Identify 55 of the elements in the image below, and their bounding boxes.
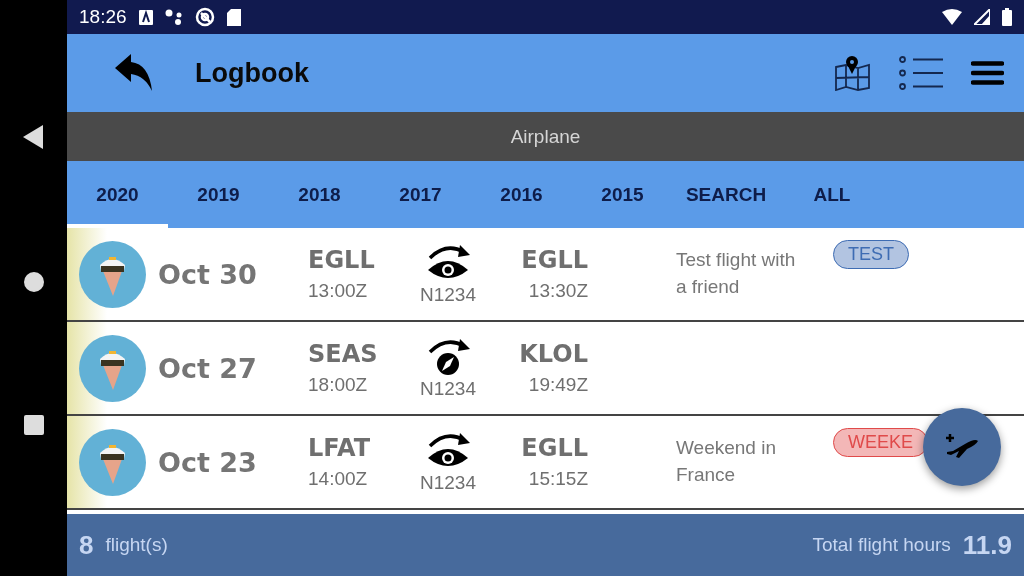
total-hours-value: 11.9 (962, 529, 1012, 561)
flight-date: Oct 30 (157, 258, 258, 290)
back-nav-icon[interactable] (22, 125, 45, 149)
departure-airport: EGLL (308, 246, 376, 274)
list-icon[interactable] (899, 56, 943, 90)
map-pin-icon[interactable] (834, 55, 871, 91)
arrival-time: 19:49Z (528, 374, 588, 396)
aircraft-registration: N1234 (420, 472, 476, 494)
plane-plus-icon (945, 434, 979, 460)
aircraft-registration: N1234 (420, 284, 476, 306)
flight-date: Oct 27 (157, 352, 258, 384)
pilot-avatar-icon (79, 240, 146, 308)
category-label: Airplane (510, 125, 581, 148)
wifi-icon (942, 9, 962, 25)
arrival-time: 15:15Z (528, 468, 588, 490)
flight-row[interactable]: Oct 27 SEAS 18:00Z N1234 KLOL 19:49Z (67, 322, 1024, 416)
departure-time: 13:00Z (308, 280, 369, 302)
dots-icon (164, 9, 183, 25)
flight-date: Oct 23 (157, 446, 258, 478)
screen-title: Logbook (195, 57, 309, 89)
status-time: 18:26 (79, 6, 127, 28)
aircraft-registration: N1234 (420, 378, 476, 400)
departure-airport: SEAS (308, 340, 379, 368)
menu-icon[interactable] (971, 61, 1004, 85)
flight-note: Test flight with a friend (676, 248, 797, 299)
arrival-airport: EGLL (521, 434, 588, 462)
sd-card-icon (226, 8, 241, 26)
total-hours-label: Total flight hours (812, 534, 951, 556)
recents-nav-icon[interactable] (23, 415, 44, 435)
app-notification-icon (138, 9, 153, 25)
year-tab[interactable]: SEARCH (673, 161, 779, 228)
arrival-airport: KLOL (519, 340, 588, 368)
flight-count: 8 (79, 529, 94, 561)
year-tab[interactable]: 2019 (168, 161, 269, 228)
flight-tag: TEST (833, 240, 909, 269)
departure-time: 14:00Z (308, 468, 369, 490)
pilot-avatar-icon (79, 334, 146, 402)
flight-count-label: flight(s) (105, 534, 168, 556)
flight-row[interactable]: Oct 30 EGLL 13:00Z N1234 EGLL 13:30Z Test flight with a friend TEST (67, 228, 1024, 322)
year-tab[interactable]: 2015 (572, 161, 673, 228)
year-tab[interactable]: ALL (779, 161, 885, 228)
flight-row[interactable]: Oct 23 LFAT 14:00Z N1234 EGLL 15:15Z Weekend in France WEEKE (67, 416, 1024, 510)
flight-note: Weekend in France (676, 436, 777, 487)
year-tab[interactable]: 2016 (471, 161, 572, 228)
departure-time: 18:00Z (308, 374, 369, 396)
signal-icon (974, 9, 990, 25)
pilot-avatar-icon (79, 428, 146, 496)
battery-icon (1002, 8, 1012, 26)
departure-airport: LFAT (308, 434, 371, 462)
back-arrow-icon[interactable] (115, 54, 153, 92)
arrival-airport: EGLL (521, 246, 588, 274)
year-tab[interactable]: 2017 (370, 161, 471, 228)
home-nav-icon[interactable] (22, 271, 45, 293)
year-tab[interactable]: 2018 (269, 161, 370, 228)
arrival-time: 13:30Z (528, 280, 588, 302)
